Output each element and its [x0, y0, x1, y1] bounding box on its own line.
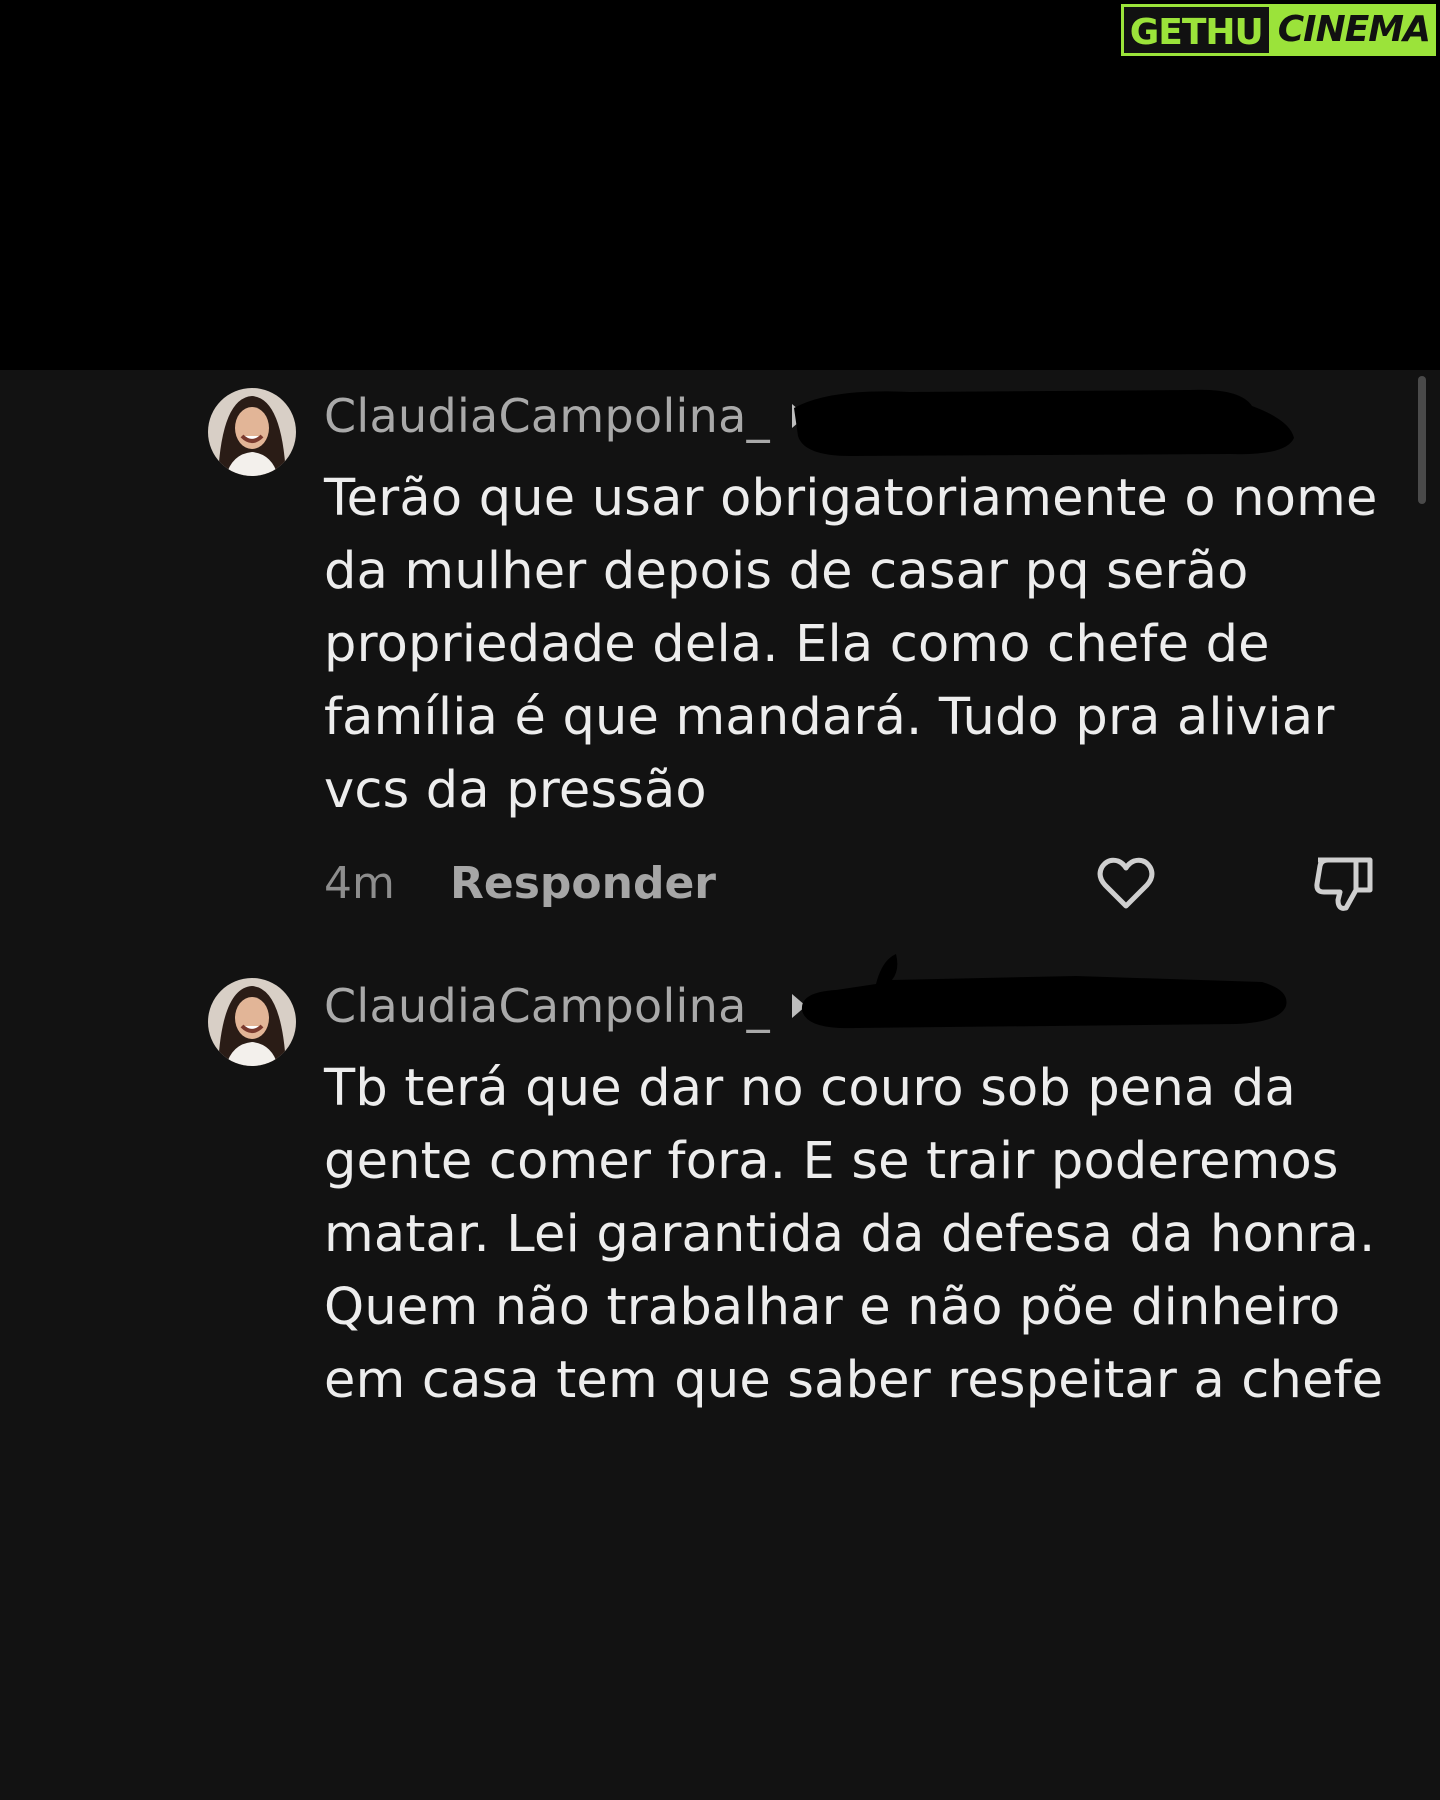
avatar-image: [208, 388, 296, 476]
watermark-part1: GETHU: [1120, 4, 1272, 56]
comment-text: Terão que usar obrigatoriamente o nome d…: [324, 469, 1378, 820]
comment-actions: 4m Responder: [324, 852, 1374, 922]
heart-icon[interactable]: [1094, 852, 1158, 916]
avatar[interactable]: [208, 978, 296, 1066]
username-row: ClaudiaCampolina_: [324, 976, 806, 1036]
timestamp: 4m: [324, 858, 395, 909]
redaction-mark: [794, 389, 1294, 456]
watermark-logo: GETHU CINEMA: [1120, 4, 1436, 56]
comment-text: Tb terá que dar no couro sob pena da gen…: [324, 1059, 1384, 1410]
reply-button[interactable]: Responder: [450, 858, 716, 909]
username[interactable]: ClaudiaCampolina_: [324, 389, 770, 443]
username-row: ClaudiaCampolina_: [324, 386, 806, 446]
avatar[interactable]: [208, 388, 296, 476]
avatar-image: [208, 978, 296, 1066]
username[interactable]: ClaudiaCampolina_: [324, 979, 770, 1033]
watermark-part2: CINEMA: [1271, 4, 1436, 56]
scrollbar[interactable]: [1418, 376, 1426, 504]
redaction-mark: [801, 954, 1287, 1029]
thumbs-down-icon[interactable]: [1312, 852, 1376, 916]
